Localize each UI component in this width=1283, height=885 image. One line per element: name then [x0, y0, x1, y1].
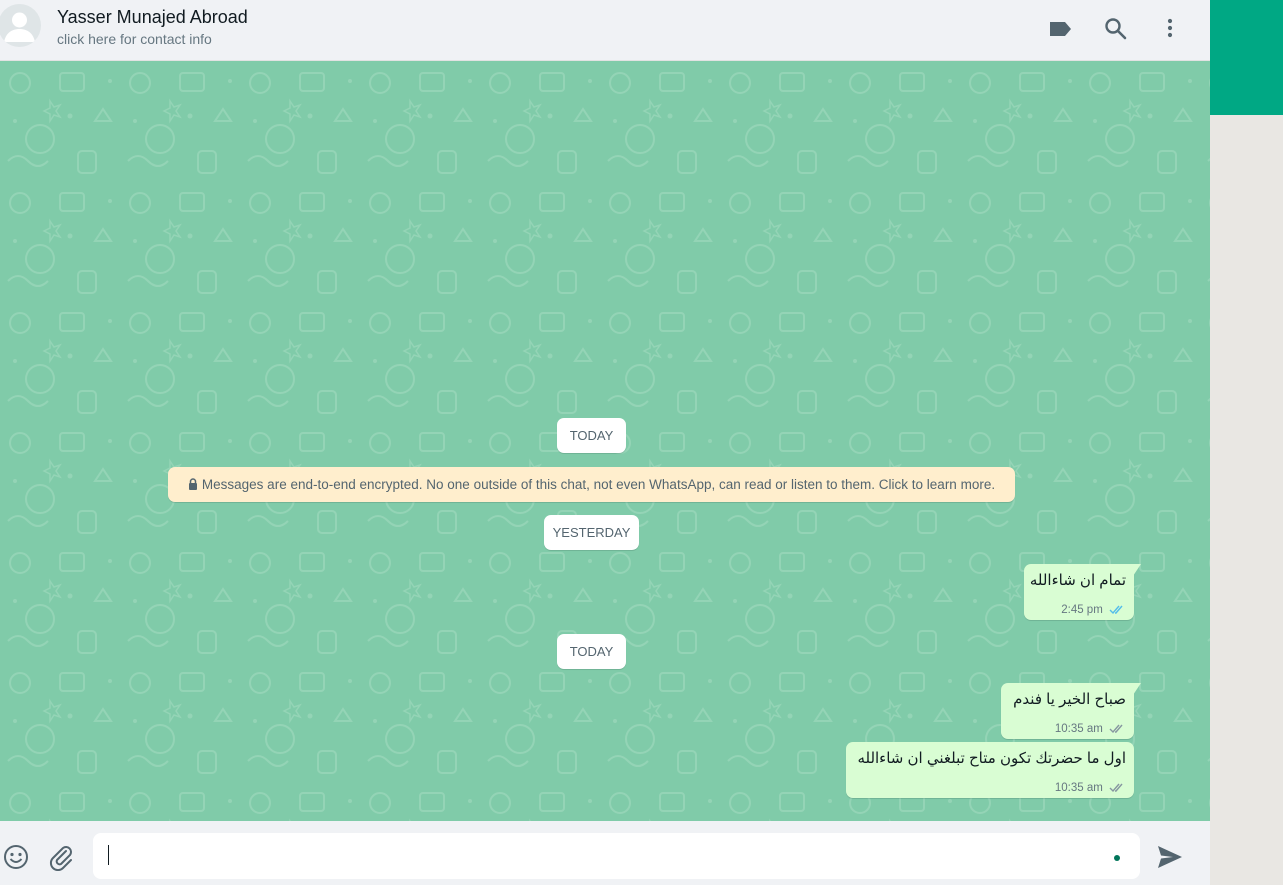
app-background-accent: [1210, 0, 1283, 115]
composer-bar: [0, 821, 1210, 885]
message-text: اول ما حضرتك تكون متاح تبلغني ان شاءالله: [857, 750, 1126, 767]
menu-icon[interactable]: [1157, 16, 1183, 42]
outgoing-message[interactable]: اول ما حضرتك تكون متاح تبلغني ان شاءالله…: [846, 742, 1134, 798]
contact-name[interactable]: Yasser Munajed Abroad: [57, 7, 248, 28]
bubble-tail: [1133, 564, 1141, 576]
message-time: 10:35 am: [1054, 723, 1103, 735]
date-divider-today-2: TODAY: [557, 634, 626, 669]
date-divider-today: TODAY: [557, 418, 626, 453]
contact-avatar[interactable]: [0, 4, 41, 47]
text-caret: [108, 845, 109, 865]
message-text: صباح الخير يا فندم: [1013, 691, 1126, 708]
message-input[interactable]: [93, 833, 1140, 879]
app-background: [1210, 115, 1283, 885]
message-meta: 10:35 am: [1055, 782, 1126, 794]
send-icon[interactable]: [1156, 843, 1184, 876]
emoji-icon[interactable]: [2, 843, 30, 876]
chat-panel: Yasser Munajed Abroad click here for con…: [0, 0, 1210, 885]
lock-icon: [188, 468, 198, 503]
default-avatar-icon: [4, 12, 35, 42]
contact-info-hint[interactable]: click here for contact info: [57, 31, 212, 47]
double-check-icon: [1109, 783, 1123, 793]
bubble-tail: [1133, 683, 1141, 695]
date-divider-yesterday: YESTERDAY: [544, 515, 639, 550]
chat-header[interactable]: Yasser Munajed Abroad click here for con…: [0, 0, 1210, 61]
encryption-notice[interactable]: Messages are end-to-end encrypted. No on…: [168, 467, 1015, 502]
message-meta: 2:45 pm: [1061, 604, 1126, 616]
outgoing-message[interactable]: صباح الخير يا فندم 10:35 am: [1001, 683, 1141, 739]
double-check-icon: [1109, 724, 1123, 734]
search-icon[interactable]: [1103, 16, 1129, 42]
message-text: تمام ان شاءالله: [1029, 572, 1126, 589]
message-time: 10:35 am: [1054, 782, 1103, 794]
double-check-read-icon: [1109, 605, 1123, 615]
chat-wallpaper: TODAY Messages are end-to-end encrypted.…: [0, 61, 1210, 821]
label-icon[interactable]: [1048, 16, 1074, 42]
attach-icon[interactable]: [47, 843, 75, 876]
message-time: 2:45 pm: [1061, 604, 1103, 616]
status-dot: [1114, 855, 1120, 861]
message-meta: 10:35 am: [1055, 723, 1126, 735]
encryption-notice-text: Messages are end-to-end encrypted. No on…: [201, 477, 996, 492]
outgoing-message[interactable]: تمام ان شاءالله 2:45 pm: [1024, 564, 1141, 620]
